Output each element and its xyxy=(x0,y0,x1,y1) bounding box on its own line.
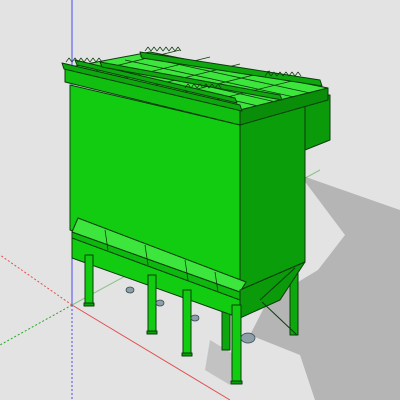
axis-green-dotted xyxy=(0,304,73,346)
body-right-face xyxy=(239,99,306,291)
3d-scene[interactable] xyxy=(0,0,400,400)
modeling-viewport[interactable] xyxy=(0,0,400,400)
dust-collector-model[interactable] xyxy=(61,46,331,385)
axis-red-dotted xyxy=(0,254,73,306)
